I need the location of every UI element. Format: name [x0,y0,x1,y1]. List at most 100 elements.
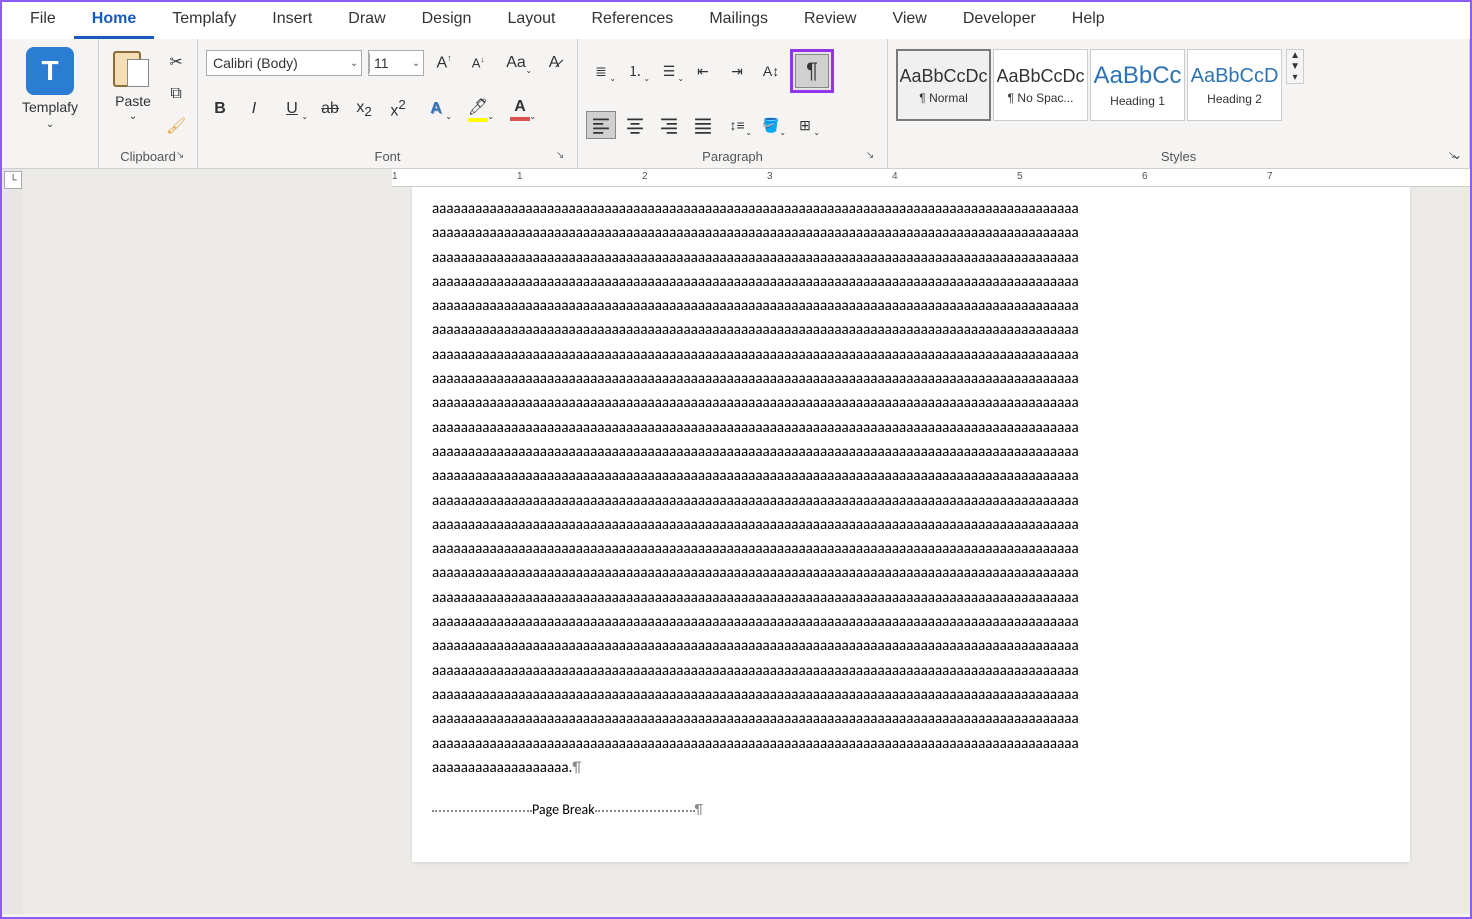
chevron-down-icon: ⌄ [46,119,54,130]
align-right-button[interactable] [654,111,684,139]
font-dialog-launcher[interactable]: ↘ [553,150,567,164]
copy-button[interactable]: ⧉ [163,81,189,107]
templafy-icon: T [26,47,74,95]
menu-view[interactable]: View [874,2,944,39]
shading-button[interactable]: 🪣⌄ [756,111,786,139]
menu-bar: FileHomeTemplafyInsertDrawDesignLayoutRe… [2,2,1470,39]
underline-icon: U [286,100,298,118]
chevron-down-icon: ⌄ [677,74,684,83]
menu-help[interactable]: Help [1054,2,1123,39]
menu-review[interactable]: Review [786,2,874,39]
copy-icon: ⧉ [170,85,181,103]
grow-font-icon: A↑ [436,53,451,72]
superscript-button[interactable]: x2 [384,95,412,123]
align-center-icon [626,116,644,134]
style-name-label: ¶ No Spac... [1008,91,1074,105]
templafy-button[interactable]: T Templafy ⌄ [10,43,90,134]
text-effects-button[interactable]: A⌄ [418,95,454,123]
align-center-button[interactable] [620,111,650,139]
bold-icon: B [214,100,226,118]
increase-font-button[interactable]: A↑ [430,49,458,77]
bold-button[interactable]: B [206,95,234,123]
bullets-button[interactable]: ≣⌄ [586,57,616,85]
paste-button[interactable]: Paste ⌄ [107,43,159,126]
menu-layout[interactable]: Layout [489,2,573,39]
menu-references[interactable]: References [573,2,691,39]
bullets-icon: ≣ [595,63,607,80]
menu-draw[interactable]: Draw [330,2,403,39]
vertical-ruler: └ [2,169,22,914]
style-preview: AaBbCc [1094,62,1182,90]
multilevel-button[interactable]: ☰⌄ [654,57,684,85]
clipboard-group-label: Clipboard [120,149,176,164]
chevron-down-icon: ⌄ [745,128,752,137]
styles-scroll-down[interactable]: ▼ [1287,61,1303,72]
style---normal[interactable]: AaBbCcDc¶ Normal [896,49,991,121]
show-hide-button[interactable]: ¶ [795,54,829,88]
style-heading-2[interactable]: AaBbCcD Heading 2 [1187,49,1282,121]
clear-formatting-button[interactable]: A̷ [540,49,568,77]
horizontal-ruler[interactable]: 11234567 [392,169,1470,187]
chevron-down-icon: ⌄ [529,112,536,121]
case-icon: Aa [506,54,526,72]
font-name-dropdown[interactable]: Calibri (Body) ⌄ [206,50,362,76]
style-name-label: Heading 2 [1207,92,1262,106]
chevron-down-icon: ⌄ [347,58,361,69]
font-size-value: 11 [369,53,409,73]
document-body-text[interactable]: aaaaaaaaaaaaaaaaaaaaaaaaaaaaaaaaaaaaaaaa… [432,197,1390,780]
paragraph-group-label: Paragraph [702,149,763,164]
font-group-label: Font [375,149,401,164]
styles-scroll-up[interactable]: ▲ [1287,50,1303,61]
sort-icon: A↕ [763,63,779,79]
strikethrough-button[interactable]: ab [316,95,344,123]
menu-mailings[interactable]: Mailings [691,2,786,39]
menu-developer[interactable]: Developer [945,2,1054,39]
chevron-down-icon: ⌄ [445,112,452,121]
format-painter-button[interactable]: 🖌 [163,113,189,139]
font-color-button[interactable]: A⌄ [502,95,538,123]
chevron-down-icon: ⌄ [129,111,137,122]
group-templafy: T Templafy ⌄ [2,39,99,168]
tab-selector[interactable]: └ [4,171,22,189]
cut-button[interactable]: ✂ [163,49,189,75]
styles-expand[interactable]: ▾ [1287,72,1303,83]
sort-button[interactable]: A↕ [756,57,786,85]
decrease-indent-button[interactable]: ⇤ [688,57,718,85]
subscript-button[interactable]: x2 [350,95,378,123]
style-preview: AaBbCcD [1191,65,1279,88]
styles-scroller: ▲ ▼ ▾ [1286,49,1304,84]
brush-icon: 🖌 [166,116,186,136]
menu-templafy[interactable]: Templafy [154,2,254,39]
align-left-button[interactable] [586,111,616,139]
collapse-ribbon-button[interactable]: ⌄ [1452,148,1462,162]
menu-insert[interactable]: Insert [254,2,330,39]
menu-file[interactable]: File [12,2,74,39]
line-spacing-button[interactable]: ↕≡⌄ [722,111,752,139]
italic-button[interactable]: I [240,95,268,123]
increase-indent-button[interactable]: ⇥ [722,57,752,85]
pilcrow-highlight-box: ¶ [790,49,834,93]
ruler-mark: 7 [1267,171,1273,182]
pilcrow-icon: ¶ [695,801,703,818]
menu-design[interactable]: Design [404,2,490,39]
change-case-button[interactable]: Aa⌄ [498,49,534,77]
style-heading-1[interactable]: AaBbCcHeading 1 [1090,49,1185,121]
borders-button[interactable]: ⊞⌄ [790,111,820,139]
page-break-label: Page Break [532,801,595,818]
strike-icon: ab [321,100,339,118]
font-size-dropdown[interactable]: 11 ⌄ [368,50,424,76]
page[interactable]: aaaaaaaaaaaaaaaaaaaaaaaaaaaaaaaaaaaaaaaa… [412,187,1410,862]
paste-label: Paste [115,93,151,109]
highlight-button[interactable]: 🖊⌄ [460,95,496,123]
style---no-spac---[interactable]: AaBbCcDc¶ No Spac... [993,49,1088,121]
numbering-button[interactable]: ⒈⌄ [620,57,650,85]
ruler-mark: 1 [517,171,523,182]
clipboard-dialog-launcher[interactable]: ↘ [173,150,187,164]
outdent-icon: ⇤ [697,63,709,80]
justify-button[interactable] [688,111,718,139]
justify-icon [694,116,712,134]
underline-button[interactable]: U⌄ [274,95,310,123]
paragraph-dialog-launcher[interactable]: ↘ [863,150,877,164]
menu-home[interactable]: Home [74,2,154,39]
decrease-font-button[interactable]: A↓ [464,49,492,77]
